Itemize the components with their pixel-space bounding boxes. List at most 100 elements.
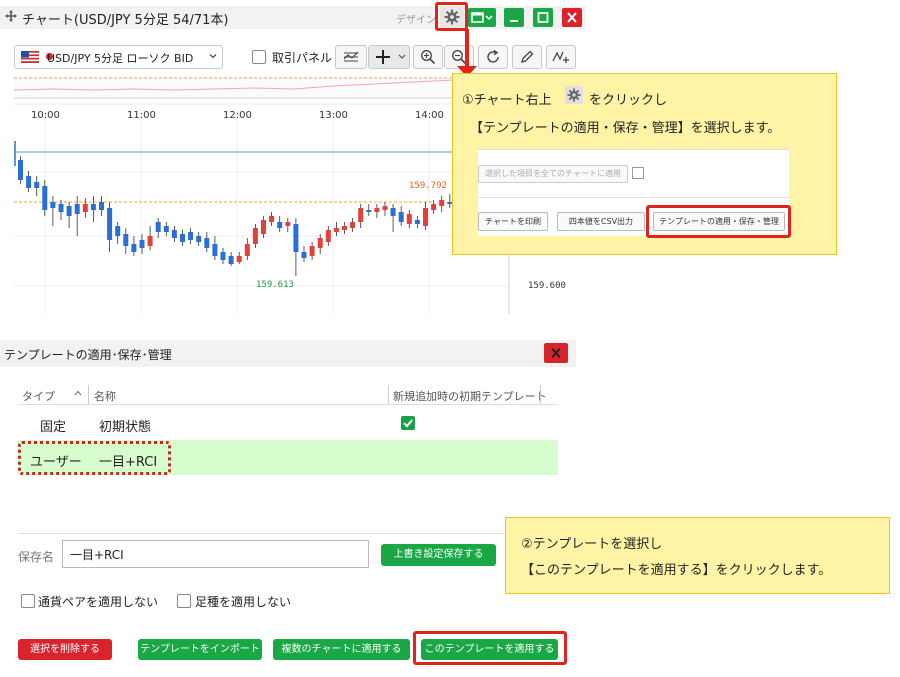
drawing-tool-button[interactable] bbox=[546, 45, 576, 69]
crosshair-icon bbox=[376, 50, 406, 64]
gear-highlight bbox=[435, 2, 468, 31]
candle-body bbox=[406, 214, 412, 224]
design-label[interactable]: デザイン bbox=[396, 11, 436, 26]
layout-icon bbox=[471, 12, 493, 23]
callout1-line1-suffix: をクリックし bbox=[589, 93, 668, 108]
candle-body bbox=[244, 244, 250, 256]
candle-body bbox=[431, 204, 437, 210]
candle-body bbox=[115, 226, 121, 236]
default-template-checkbox[interactable] bbox=[401, 416, 415, 430]
candle-body bbox=[82, 204, 88, 212]
candle-body bbox=[342, 226, 347, 230]
candle-body bbox=[50, 202, 56, 208]
time-label: 13:00 bbox=[319, 110, 348, 121]
time-label: 10:00 bbox=[31, 110, 60, 121]
close-button[interactable] bbox=[562, 8, 582, 27]
low-price-label: 159.613 bbox=[256, 280, 294, 290]
candle-body bbox=[277, 222, 283, 228]
candle-body bbox=[285, 222, 291, 226]
us-flag-icon bbox=[21, 51, 39, 63]
delete-selected-button[interactable]: 選択を削除する bbox=[18, 639, 112, 660]
refresh-icon bbox=[487, 49, 499, 63]
move-icon[interactable] bbox=[4, 9, 18, 23]
template-menu-highlight bbox=[646, 205, 791, 238]
no-pair-checkbox[interactable] bbox=[21, 594, 35, 608]
mini-checkbox bbox=[632, 167, 644, 179]
gear-icon bbox=[567, 88, 581, 102]
candle-body bbox=[390, 208, 396, 216]
candle-body bbox=[155, 222, 161, 232]
refresh-button[interactable] bbox=[478, 45, 508, 69]
dialog-close-button[interactable] bbox=[544, 343, 568, 363]
candle-body bbox=[171, 230, 177, 238]
maximize-icon bbox=[537, 12, 549, 23]
mini-csv-button: 四本値をCSV出力 bbox=[557, 212, 645, 231]
column-separator bbox=[540, 385, 541, 405]
candle-body bbox=[439, 200, 445, 206]
candle-body bbox=[42, 186, 48, 210]
candle-body bbox=[309, 246, 315, 256]
trade-panel-label: 取引パネル bbox=[272, 51, 333, 65]
no-timeframe-checkbox[interactable] bbox=[177, 594, 191, 608]
import-template-button[interactable]: テンプレートをインポート bbox=[138, 639, 262, 660]
candle-body bbox=[34, 182, 40, 188]
inline-gear-illustration bbox=[565, 86, 583, 104]
indicator-button[interactable] bbox=[335, 45, 367, 69]
trade-panel-checkbox[interactable] bbox=[252, 50, 266, 64]
row-type: 固定 bbox=[40, 420, 67, 435]
apply-multiple-charts-button[interactable]: 複数のチャートに適用する bbox=[273, 639, 410, 660]
zoom-in-button[interactable] bbox=[413, 45, 443, 69]
save-name-label: 保存名 bbox=[18, 550, 55, 564]
layout-button[interactable] bbox=[468, 8, 496, 27]
sort-up-icon[interactable] bbox=[73, 388, 83, 398]
high-price-label: 159.792 bbox=[409, 181, 447, 191]
close-icon bbox=[551, 347, 561, 359]
candle-body bbox=[90, 204, 96, 210]
save-name-input[interactable] bbox=[62, 540, 369, 568]
user-row-highlight bbox=[18, 441, 171, 475]
candle-body bbox=[18, 160, 23, 180]
column-header-name[interactable]: 名称 bbox=[94, 388, 116, 404]
candle-body bbox=[74, 204, 80, 214]
instruction-callout-2 bbox=[505, 517, 890, 594]
candle-body bbox=[350, 222, 356, 228]
column-header-type[interactable]: タイプ bbox=[22, 388, 55, 404]
candle-body bbox=[261, 220, 266, 234]
candle-body bbox=[236, 256, 242, 262]
callout2-line1: ②テンプレートを選択し bbox=[521, 537, 663, 552]
mini-print-button: チャートを印刷 bbox=[478, 212, 548, 231]
candle-body bbox=[358, 208, 364, 222]
minimize-button[interactable] bbox=[504, 8, 524, 27]
candle-body bbox=[66, 206, 72, 216]
no-pair-label: 通貨ペアを適用しない bbox=[38, 595, 159, 609]
candle-body bbox=[131, 244, 137, 252]
candle-body bbox=[269, 216, 275, 222]
overwrite-save-button[interactable]: 上書き設定保存する bbox=[381, 544, 496, 566]
pencil-button[interactable] bbox=[512, 45, 542, 69]
candle-body bbox=[220, 252, 226, 260]
no-timeframe-label: 足種を適用しない bbox=[195, 595, 292, 609]
pencil-icon bbox=[521, 50, 534, 63]
candle-body bbox=[26, 176, 32, 188]
crosshair-button[interactable] bbox=[368, 45, 410, 69]
checkbox-checked-icon bbox=[403, 419, 413, 428]
candle-body bbox=[58, 204, 64, 212]
maximize-button[interactable] bbox=[533, 8, 553, 27]
mini-divider bbox=[478, 197, 789, 198]
candle-body bbox=[228, 256, 234, 264]
candle-body bbox=[301, 252, 307, 258]
candle-body bbox=[293, 224, 299, 252]
candle-body bbox=[180, 234, 185, 242]
candle-body bbox=[196, 236, 202, 242]
chevron-down-icon[interactable] bbox=[208, 51, 218, 61]
callout1-line2: 【テンプレートの適用・保存・管理】を選択します。 bbox=[470, 121, 781, 136]
time-label: 11:00 bbox=[127, 110, 156, 121]
candle-body bbox=[414, 220, 420, 224]
candle-body bbox=[139, 240, 145, 248]
row-name: 初期状態 bbox=[99, 420, 152, 435]
column-header-default-template[interactable]: 新規追加時の初期テンプレート bbox=[393, 388, 547, 404]
callout2-line2: 【このテンプレートを適用する】をクリックします。 bbox=[521, 563, 832, 578]
candle-body bbox=[163, 226, 169, 232]
candle-body bbox=[107, 208, 113, 240]
apply-button-highlight bbox=[413, 631, 567, 665]
